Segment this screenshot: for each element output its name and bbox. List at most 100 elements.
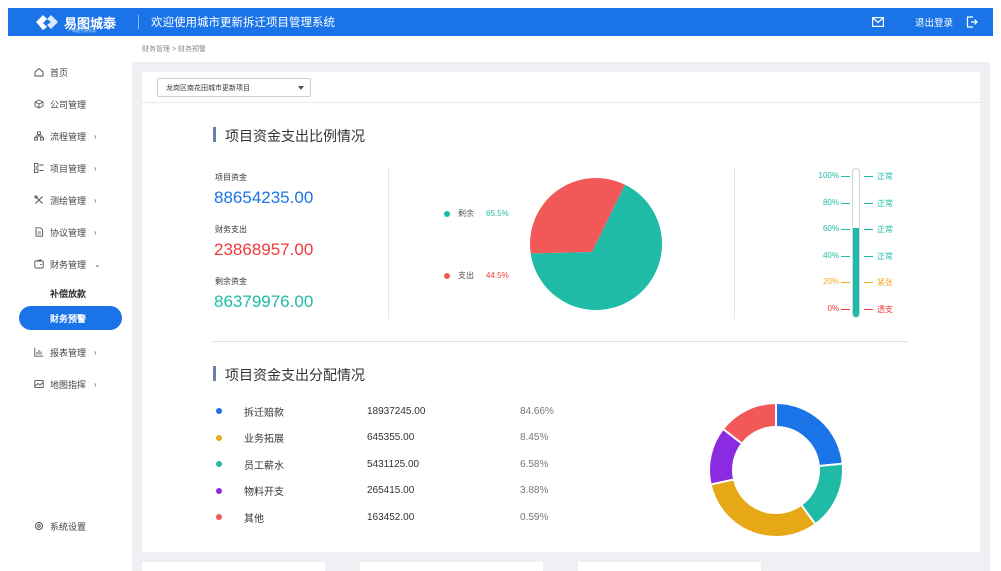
chevron-down-icon: ⌄: [94, 259, 101, 269]
sidebar-item-compensation[interactable]: 补偿放款: [8, 280, 132, 306]
distribution-value: 18937245.00: [367, 405, 426, 417]
logo[interactable]: 易图城泰 产城融合服务商: [8, 8, 138, 36]
sidebar: 首页 公司管理流程管理 › 项目管理 › 测绘管理 › 协议管理 › 财务管理 ⌄ 补偿放款 财务预…: [8, 36, 132, 571]
sidebar-item-tools[interactable]: 测绘管理 ›: [8, 184, 132, 216]
legend-label: 剩余: [458, 209, 474, 218]
map-icon: [34, 379, 44, 389]
distribution-value: 5431125.00: [367, 458, 420, 470]
mail-icon[interactable]: [871, 15, 885, 29]
wallet-icon: [34, 259, 44, 269]
flow-icon: [34, 131, 44, 141]
distribution-name: 拆迁赔款: [244, 407, 284, 419]
legend-dot: [444, 210, 450, 217]
distribution-value: 265415.00: [367, 485, 415, 496]
sidebar-item-label: 财务预警: [50, 313, 87, 324]
sidebar-item-chart[interactable]: 报表管理 ›: [8, 336, 132, 368]
donut-segment: [710, 429, 742, 485]
chart-icon: [34, 347, 44, 357]
legend-pct: 44.5%: [486, 271, 509, 280]
legend-dot: [216, 461, 222, 467]
gauge-status-label: 紧张: [877, 278, 893, 287]
distribution-name: 物料开支: [244, 487, 284, 498]
chevron-right-icon: ›: [94, 227, 97, 237]
gauge-tick-line: [864, 308, 873, 310]
breadcrumb: 财务管理 > 财务预警: [142, 46, 206, 53]
gear-icon: [34, 521, 44, 531]
sidebar-item-label: 流程管理: [50, 131, 87, 142]
ratio-pie-chart: [530, 178, 662, 310]
gauge-tick-label: 60%: [822, 224, 839, 233]
sidebar-item-home[interactable]: 首页: [8, 56, 132, 88]
logout-button[interactable]: 退出登录: [915, 15, 953, 29]
gauge-status-label: 正常: [877, 172, 893, 181]
legend-pct: 65.5%: [486, 209, 509, 218]
gauge-tick-label: 20%: [822, 277, 839, 286]
gauge-tick-line: [864, 282, 873, 283]
sidebar-item-label: 协议管理: [50, 227, 87, 238]
distribution-pct: 6.58%: [520, 458, 549, 470]
sidebar-item-label: 测绘管理: [50, 195, 87, 206]
distribution-section-title: 项目资金支出分配情况: [213, 365, 365, 385]
donut-segment: [801, 463, 842, 524]
legend-dot: [216, 434, 222, 441]
logo-mark-icon: [34, 13, 60, 31]
sidebar-item-list[interactable]: 项目管理 ›: [8, 152, 132, 184]
logout-icon[interactable]: [965, 15, 979, 29]
chevron-down-icon: [298, 86, 304, 90]
donut-segment: [723, 404, 777, 444]
pie-legend-spent: 支出 44.5%: [444, 270, 509, 281]
card-header-divider: [142, 102, 980, 103]
project-select[interactable]: 龙岗区南花田城市更新项目: [157, 78, 311, 97]
sidebar-item-settings[interactable]: 系统设置: [8, 510, 86, 542]
sidebar-item-label: 地图指挥: [50, 379, 87, 390]
distribution-value: 163452.00: [367, 511, 415, 523]
sidebar-item-flow[interactable]: 流程管理 ›: [8, 120, 132, 152]
gauge-tick-line: [841, 229, 850, 230]
chevron-right-icon: ›: [94, 347, 97, 357]
chevron-right-icon: ›: [94, 195, 97, 205]
document-icon: [34, 227, 44, 237]
gauge-fill: [853, 228, 859, 317]
legend-dot: [444, 272, 450, 279]
donut-segment: [711, 479, 815, 536]
distribution-value: 645355.00: [367, 432, 415, 443]
distribution-row: 其他 163452.00 0.59%: [216, 507, 616, 527]
stats-divider: [388, 167, 389, 319]
gauge-status-label: 透支: [877, 304, 893, 314]
gauge-tick-line: [864, 229, 873, 230]
sidebar-item-cube[interactable]: 公司管理: [8, 88, 132, 120]
gauge-tick-line: [841, 308, 850, 310]
distribution-row: 物料开支 265415.00 3.88%: [216, 481, 616, 501]
distribution-name: 业务拓展: [244, 434, 284, 445]
gauge-tick-label: 40%: [822, 250, 839, 260]
sidebar-item-label: 财务管理: [50, 259, 87, 270]
stat-label-project-funds: 项目资金: [215, 173, 247, 182]
pie-legend-remaining: 剩余 65.5%: [444, 208, 509, 219]
sidebar-item-label: 补偿放款: [50, 288, 87, 299]
header-divider: [138, 15, 139, 29]
bottom-card: [578, 562, 761, 571]
project-select-value: 龙岗区南花田城市更新项目: [166, 84, 250, 92]
stat-label-expenditure: 财务支出: [215, 225, 247, 234]
legend-dot: [216, 408, 222, 414]
sidebar-item-wallet[interactable]: 财务管理 ⌄: [8, 248, 132, 280]
legend-dot: [216, 514, 222, 520]
pie-divider: [734, 167, 735, 319]
gauge-tick-label: 80%: [822, 197, 839, 207]
sidebar-item-finance-warning[interactable]: 财务预警: [19, 306, 122, 330]
distribution-pct: 8.45%: [520, 432, 549, 443]
gauge-tick-label: 100%: [818, 171, 839, 180]
tools-icon: [34, 195, 44, 205]
gauge-tick-line: [841, 202, 850, 204]
chevron-right-icon: ›: [94, 379, 97, 389]
gauge-tick-line: [864, 176, 873, 177]
logo-subtitle: 产城融合服务商: [68, 28, 96, 33]
chevron-right-icon: ›: [94, 131, 97, 141]
gauge-status-label: 正常: [877, 198, 893, 208]
cube-icon: [34, 99, 44, 109]
sidebar-item-document[interactable]: 协议管理 ›: [8, 216, 132, 248]
gauge-tick-line: [841, 176, 850, 177]
gauge-status-label: 正常: [877, 225, 893, 234]
gauge-tick-line: [841, 255, 850, 257]
sidebar-item-map[interactable]: 地图指挥 ›: [8, 368, 132, 400]
